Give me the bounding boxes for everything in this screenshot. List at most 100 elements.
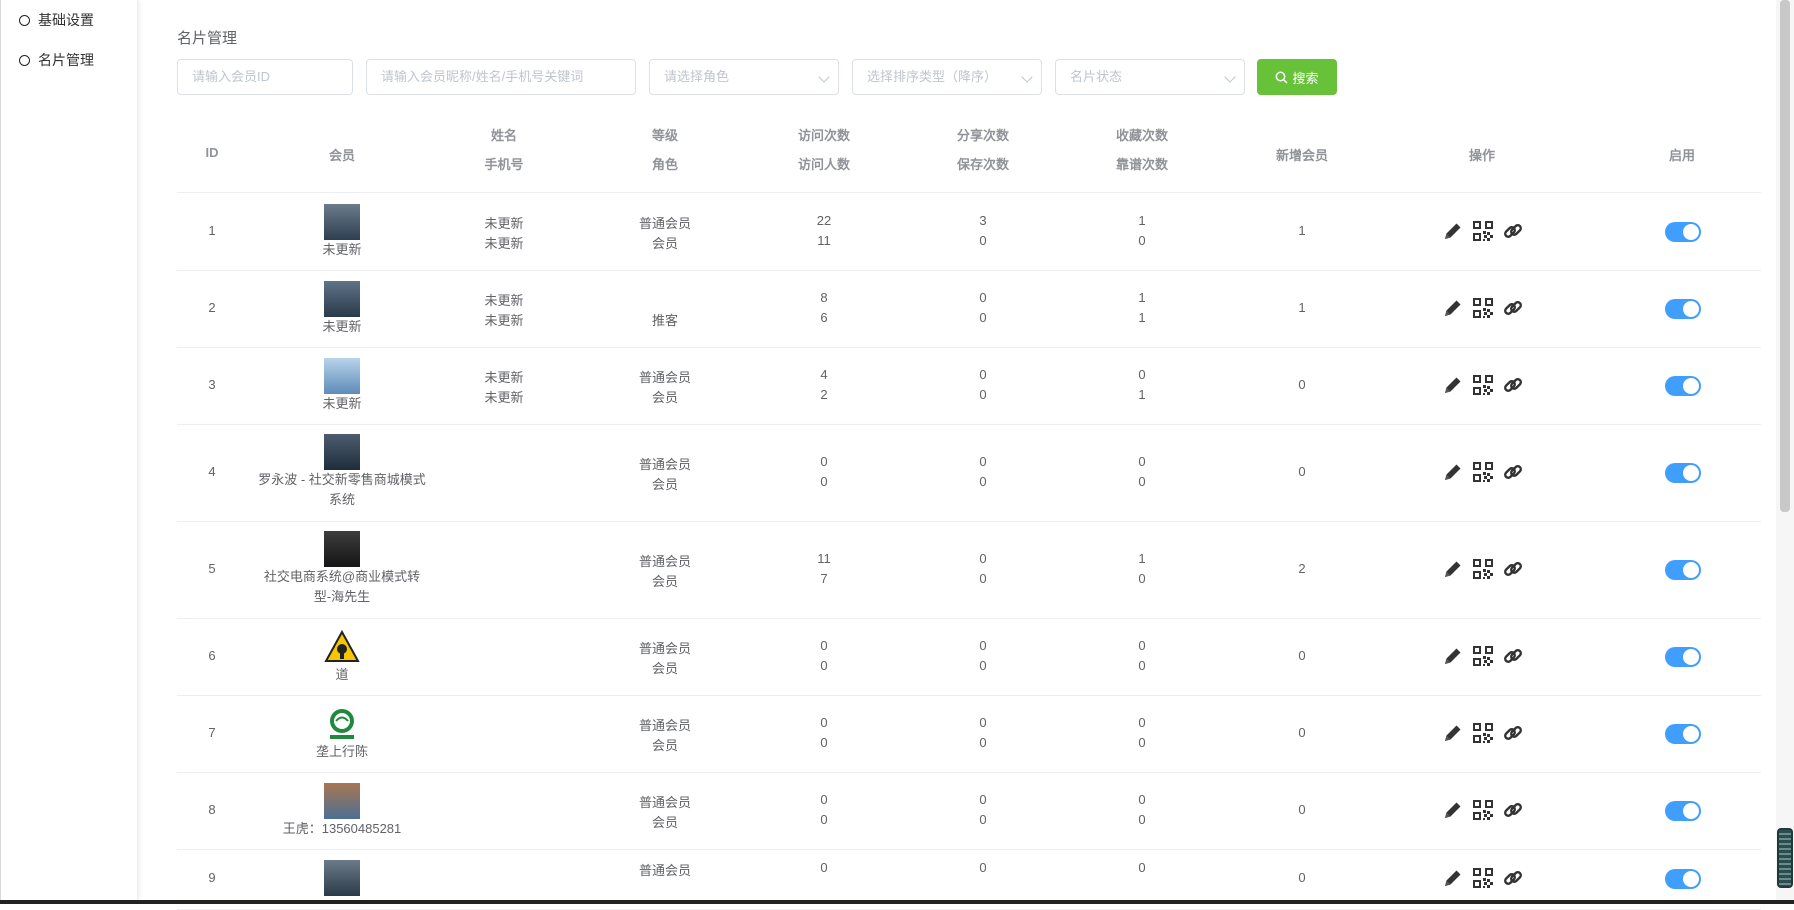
avatar[interactable] xyxy=(324,629,360,665)
cell-value-top: 8 xyxy=(820,289,828,305)
table-row: 7 垄上行陈 普通会员 会员 0 0 0 0 0 0 0 xyxy=(177,695,1761,773)
qrcode-icon[interactable] xyxy=(1472,558,1494,583)
enable-toggle[interactable] xyxy=(1665,221,1701,242)
link-icon[interactable] xyxy=(1502,867,1524,892)
cell-value-top: 0 xyxy=(1138,860,1146,875)
placeholder: 请输入会员ID xyxy=(192,69,271,84)
cell-value-top: 普通会员 xyxy=(638,717,691,733)
search-button-label: 搜索 xyxy=(1292,70,1319,86)
member-cell: 王虎：13560485281 xyxy=(257,783,427,839)
enable-toggle[interactable] xyxy=(1665,723,1701,744)
avatar[interactable] xyxy=(324,204,360,240)
member-id-input[interactable]: 请输入会员ID xyxy=(177,59,353,95)
qrcode-icon[interactable] xyxy=(1472,297,1494,322)
pencil-icon[interactable] xyxy=(1442,558,1464,583)
table-cell: 8 xyxy=(208,801,216,817)
scrollbar[interactable] xyxy=(1776,0,1794,900)
cell-value-top: 0 xyxy=(820,791,828,807)
toggle-knob xyxy=(1683,300,1699,317)
table-cell: 6 xyxy=(208,647,216,663)
avatar[interactable] xyxy=(324,706,360,742)
qrcode-icon[interactable] xyxy=(1472,645,1494,670)
table-cell xyxy=(429,772,579,849)
cell-value-top: 未更新 xyxy=(484,369,524,385)
cell-value-bottom: 0 xyxy=(979,570,987,586)
avatar[interactable] xyxy=(324,531,360,567)
cell-value-top: 0 xyxy=(979,289,987,305)
scrollbar-thumb[interactable] xyxy=(1780,0,1790,512)
qrcode-icon[interactable] xyxy=(1472,461,1494,486)
pencil-icon[interactable] xyxy=(1442,799,1464,824)
member-cell: 未更新 xyxy=(257,358,427,414)
chevron-down-icon xyxy=(818,71,830,83)
member-name: 罗永波 - 社交新零售商城模式系统 xyxy=(258,472,426,507)
cell-value-bottom: 0 xyxy=(1138,811,1146,827)
link-icon[interactable] xyxy=(1502,722,1524,747)
row-actions xyxy=(1442,558,1524,583)
search-button[interactable]: 搜索 xyxy=(1257,59,1337,95)
table-row: 3 未更新 未更新 未更新 普通会员 会员 4 2 0 0 0 1 0 xyxy=(177,347,1761,425)
qrcode-icon[interactable] xyxy=(1472,220,1494,245)
table-cell: 00 xyxy=(749,772,899,849)
table-cell: 0 xyxy=(1298,376,1306,392)
link-icon[interactable] xyxy=(1502,297,1524,322)
avatar[interactable] xyxy=(324,860,360,896)
qrcode-icon[interactable] xyxy=(1472,799,1494,824)
cell-value-bottom: 0 xyxy=(979,657,987,673)
row-actions xyxy=(1442,297,1524,322)
table-cell: 30 xyxy=(908,193,1058,270)
cell-value-top: 0 xyxy=(979,714,987,730)
link-icon[interactable] xyxy=(1502,220,1524,245)
enable-toggle[interactable] xyxy=(1665,646,1701,667)
enable-toggle[interactable] xyxy=(1665,869,1701,889)
pencil-icon[interactable] xyxy=(1442,645,1464,670)
qrcode-icon[interactable] xyxy=(1472,722,1494,747)
cell-value-top: 22 xyxy=(816,212,832,228)
table-cell: 10 xyxy=(1067,193,1217,270)
pencil-icon[interactable] xyxy=(1442,374,1464,399)
avatar[interactable] xyxy=(324,281,360,317)
search-icon xyxy=(1276,71,1289,84)
status-select[interactable]: 名片状态 xyxy=(1055,59,1245,95)
table-row: 5 社交电商系统@商业模式转型-海先生 普通会员 会员 11 7 0 0 1 0 2 xyxy=(177,521,1761,619)
pencil-icon[interactable] xyxy=(1442,297,1464,322)
cell-value-top: 0 xyxy=(979,453,987,469)
sidebar-item-label: 基础设置 xyxy=(38,12,94,28)
sort-select[interactable]: 选择排序类型（降序） xyxy=(852,59,1042,95)
link-icon[interactable] xyxy=(1502,374,1524,399)
link-icon[interactable] xyxy=(1502,799,1524,824)
cell-value-bottom: 0 xyxy=(1138,734,1146,750)
enable-toggle[interactable] xyxy=(1665,375,1701,396)
cell-value-top: 0 xyxy=(820,860,828,875)
role-select[interactable]: 请选择角色 xyxy=(649,59,839,95)
table-cell: 00 xyxy=(1067,618,1217,695)
keyword-input[interactable]: 请输入会员昵称/姓名/手机号关键词 xyxy=(366,59,636,95)
link-icon[interactable] xyxy=(1502,461,1524,486)
table-cell: 0 xyxy=(1298,463,1306,479)
table-cell: 普通会员 会员 xyxy=(590,424,740,521)
placeholder: 选择排序类型（降序） xyxy=(867,69,998,84)
pencil-icon[interactable] xyxy=(1442,722,1464,747)
qrcode-icon[interactable] xyxy=(1472,867,1494,892)
avatar[interactable] xyxy=(324,783,360,819)
table-header: ID 会员 姓名 手机号 等级 角色 访问次数 访问人数 分享次数 保存次数 收藏次数靠… xyxy=(177,112,1761,193)
enable-toggle[interactable] xyxy=(1665,298,1701,319)
enable-toggle[interactable] xyxy=(1665,462,1701,483)
pencil-icon[interactable] xyxy=(1442,461,1464,486)
enable-toggle[interactable] xyxy=(1665,800,1701,821)
avatar[interactable] xyxy=(324,434,360,470)
cell-value-top: 0 xyxy=(1138,714,1146,730)
sidebar-item-card-management[interactable]: 名片管理 xyxy=(19,50,94,70)
table-cell: 4 xyxy=(208,463,216,479)
placeholder: 名片状态 xyxy=(1070,69,1123,84)
pencil-icon[interactable] xyxy=(1442,867,1464,892)
avatar[interactable] xyxy=(324,358,360,394)
member-cell: 罗永波 - 社交新零售商城模式系统 xyxy=(257,434,427,510)
pencil-icon[interactable] xyxy=(1442,220,1464,245)
link-icon[interactable] xyxy=(1502,645,1524,670)
cell-value-bottom: 0 xyxy=(979,386,987,402)
qrcode-icon[interactable] xyxy=(1472,374,1494,399)
sidebar-item-basic-settings[interactable]: 基础设置 xyxy=(19,10,94,30)
enable-toggle[interactable] xyxy=(1665,559,1701,580)
link-icon[interactable] xyxy=(1502,558,1524,583)
